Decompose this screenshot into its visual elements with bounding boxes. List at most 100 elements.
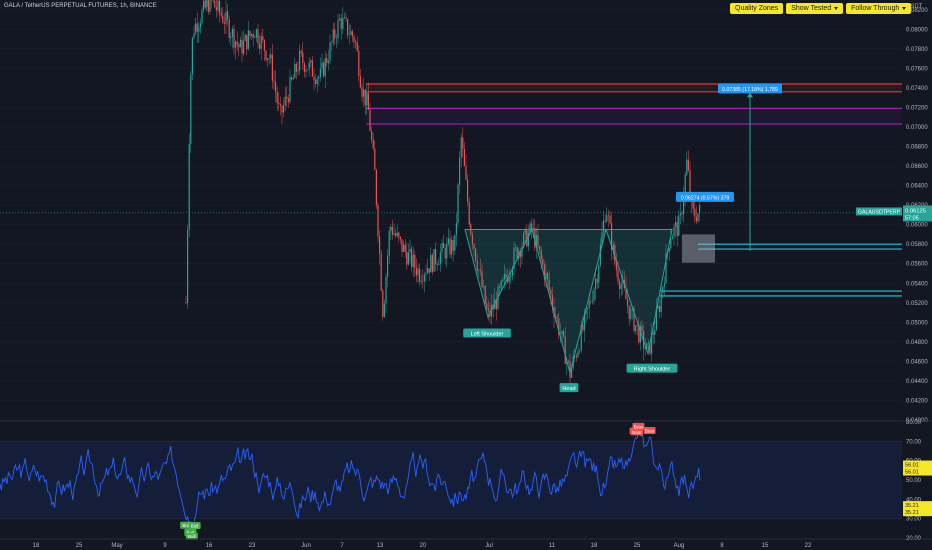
candle-body <box>204 0 206 8</box>
price-tick-label: 0.08000 <box>906 27 928 33</box>
candle-body <box>595 278 597 289</box>
candle-body <box>422 281 424 282</box>
candle-body <box>313 76 315 81</box>
candle-body <box>289 77 291 103</box>
time-tick-label: Jul <box>485 543 493 549</box>
rsi-value-tag: 56.01 <box>905 470 919 476</box>
candle-body <box>348 34 350 36</box>
candle-body <box>283 105 285 113</box>
candle-body <box>686 159 688 175</box>
chart-title: GALA / TetherUS PERPETUAL FUTURES, 1h, B… <box>4 3 157 9</box>
candle-body <box>451 240 453 255</box>
candle-body <box>209 0 211 12</box>
candle-body <box>590 301 592 302</box>
candle-body <box>609 215 611 224</box>
price-tick-label: 0.05000 <box>906 320 928 326</box>
rsi-bull-tag: Bull <box>191 524 199 529</box>
candle-body <box>203 0 205 11</box>
countdown-tag: 57:05 <box>905 215 919 221</box>
candle-body <box>462 137 464 149</box>
candle-body <box>398 232 400 237</box>
candle-body <box>247 30 249 49</box>
candle-body <box>383 303 385 317</box>
candle-body <box>281 105 283 113</box>
candle-body <box>342 17 344 29</box>
candle-body <box>460 137 462 158</box>
candle-body <box>675 222 677 227</box>
candle-body <box>363 89 365 97</box>
candle-body <box>598 265 600 283</box>
candle-body <box>465 165 467 180</box>
candle-body <box>430 255 432 273</box>
candle-body <box>367 92 369 110</box>
candle-body <box>335 38 337 39</box>
rsi-band <box>0 441 902 519</box>
last-price-tag: 0.06125 <box>905 208 926 214</box>
candle-body <box>278 102 280 105</box>
candle-body <box>287 98 289 103</box>
candle-body <box>659 306 661 313</box>
show-tested-button[interactable]: Show Tested <box>786 3 844 14</box>
candle-body <box>372 139 374 149</box>
candle-body <box>391 226 393 235</box>
candle-body <box>387 255 389 277</box>
candle-body <box>679 213 681 216</box>
candle-body <box>660 293 662 313</box>
candle-body <box>441 242 443 253</box>
price-tick-label: 0.05200 <box>906 301 928 307</box>
time-tick-label: 25 <box>76 543 83 549</box>
candle-body <box>286 96 288 99</box>
candle-body <box>228 19 230 38</box>
rsi-bull-tag: Bull <box>188 534 196 539</box>
candle-body <box>636 324 638 326</box>
candle-body <box>433 249 435 272</box>
candle-body <box>687 159 689 171</box>
candle-body <box>663 283 665 287</box>
candle-body <box>617 269 619 282</box>
candle-body <box>635 325 637 331</box>
candle-body <box>235 41 237 48</box>
candle-body <box>262 36 264 40</box>
candle-body <box>305 69 307 72</box>
candle-body <box>257 29 259 44</box>
candle-body <box>294 63 296 78</box>
chart-canvas[interactable]: Left Shoulder Head Right Shoulder 0.07385 (… <box>0 0 932 550</box>
candle-body <box>252 33 254 38</box>
candle-body <box>510 275 512 277</box>
candle-body <box>388 231 390 256</box>
candle-body <box>356 41 358 51</box>
price-tick-label: 0.04600 <box>906 359 928 365</box>
time-tick-label: 16 <box>206 543 213 549</box>
candle-body <box>692 201 694 209</box>
candle-body <box>343 17 345 19</box>
candle-body <box>190 74 192 144</box>
candle-body <box>268 58 270 59</box>
time-tick-label: 22 <box>805 543 812 549</box>
candle-body <box>364 89 366 106</box>
candle-body <box>324 58 326 77</box>
symbol-tag: GALAUSDTPERP <box>858 209 901 215</box>
follow-through-button[interactable]: Follow Through <box>846 3 912 14</box>
rsi-tick-label: 50.00 <box>906 478 922 484</box>
candle-body <box>188 143 190 231</box>
candle-body <box>331 42 333 43</box>
candle-body <box>267 58 269 60</box>
rsi-bear-tag: Bear <box>634 424 644 429</box>
candle-body <box>407 252 409 265</box>
candle-body <box>619 281 621 290</box>
candle-body <box>587 308 589 310</box>
candle-body <box>577 351 579 358</box>
candle-body <box>423 274 425 282</box>
candle-body <box>191 37 193 75</box>
candle-body <box>196 23 198 32</box>
candle-body <box>615 263 617 270</box>
candle-body <box>315 80 317 84</box>
rsi-bear-tag: Bear <box>632 430 642 435</box>
candle-body <box>198 27 200 32</box>
candle-body <box>217 0 219 11</box>
quality-zones-button[interactable]: Quality Zones <box>730 3 784 14</box>
time-tick-label: 18 <box>33 543 40 549</box>
candle-body <box>531 223 533 230</box>
candle-body <box>582 325 584 331</box>
candle-body <box>358 50 360 77</box>
